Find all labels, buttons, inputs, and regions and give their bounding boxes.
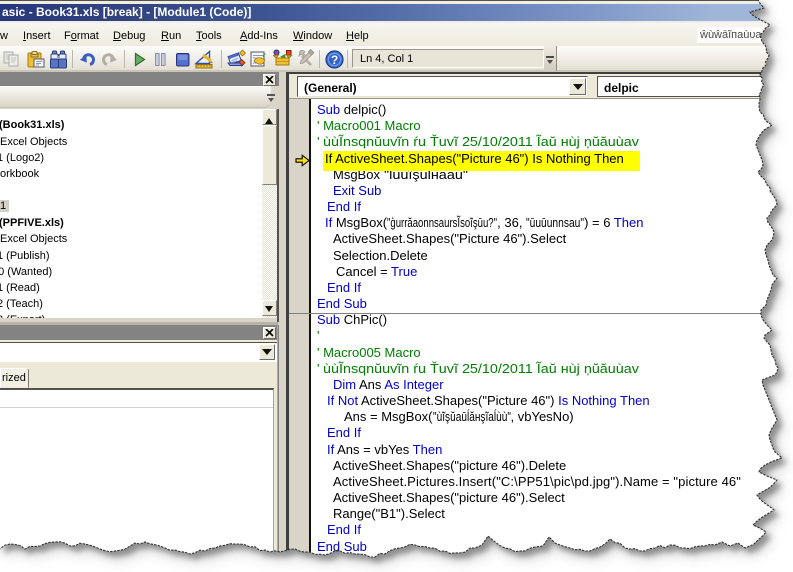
- svg-text:?: ?: [331, 53, 338, 67]
